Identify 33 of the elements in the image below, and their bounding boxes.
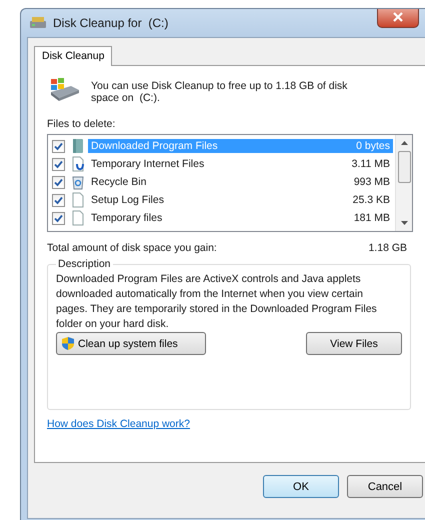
disk-drive-icon xyxy=(29,16,47,30)
description-text: Downloaded Program Files are ActiveX controls and Java applets downloaded automatically from the Internet when you view certain pages. They are temporarily stored in the Downloaded Program Files folder on your hard disk. xyxy=(56,272,378,332)
checkbox[interactable] xyxy=(52,176,65,188)
total-value: 1.18 GB xyxy=(368,242,407,254)
checkbox[interactable] xyxy=(52,194,65,206)
scroll-up-icon[interactable] xyxy=(400,141,408,145)
window-title: Disk Cleanup for (C:) xyxy=(53,16,170,30)
shield-icon xyxy=(61,336,75,351)
checkbox[interactable] xyxy=(52,212,65,224)
scroll-down-icon[interactable] xyxy=(400,221,408,225)
document-icon xyxy=(71,210,85,226)
intro-text: You can use Disk Cleanup to free up to 1.18 GB of disk space on (C:). xyxy=(91,79,348,104)
action-button[interactable]: View Files xyxy=(306,332,402,355)
file-list-item[interactable]: Setup Log Files 25.3 KB xyxy=(88,193,393,207)
file-list-item[interactable]: Temporary files 181 MB xyxy=(88,211,393,225)
close-icon xyxy=(393,12,403,22)
checkbox[interactable] xyxy=(52,140,65,152)
file-list-item[interactable]: Temporary Internet Files 3.11 MB xyxy=(88,157,393,171)
folder-icon xyxy=(71,138,85,154)
close-button[interactable] xyxy=(377,9,419,28)
description-legend: Description xyxy=(56,258,113,270)
checkbox[interactable] xyxy=(52,158,65,170)
total-label: Total amount of disk space you gain: xyxy=(47,242,217,254)
recycle-bin-icon xyxy=(71,174,85,190)
dialog-button[interactable]: Cancel xyxy=(347,475,423,498)
action-button[interactable]: Clean up system files xyxy=(56,332,206,355)
dialog-button[interactable]: OK xyxy=(263,475,339,498)
file-list-item[interactable]: Recycle Bin 993 MB xyxy=(88,175,393,189)
scrollbar[interactable] xyxy=(395,135,412,231)
files-label: Files to delete: xyxy=(47,118,116,130)
tab[interactable]: Disk Cleanup xyxy=(34,46,112,66)
help-link[interactable]: How does Disk Cleanup work? xyxy=(47,418,190,430)
document-icon xyxy=(71,192,85,208)
